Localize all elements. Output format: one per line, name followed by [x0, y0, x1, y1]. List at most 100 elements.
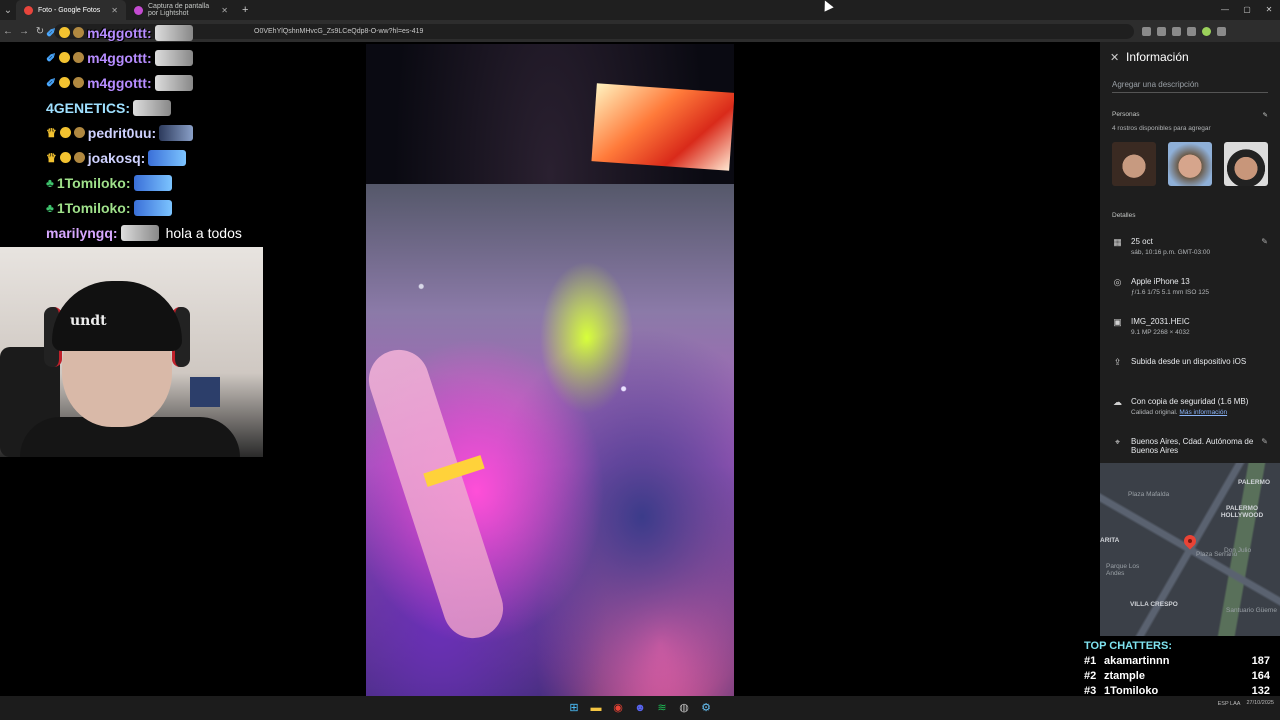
google-photos-favicon-icon	[24, 5, 33, 15]
browser-tab-strip: ⌄ Foto - Google Fotos ✕ Captura de panta…	[0, 0, 1280, 20]
moderator-badge-icon: ✐	[46, 75, 57, 90]
face-thumbnail[interactable]	[1168, 142, 1212, 186]
top-chatter-count: 187	[1251, 655, 1270, 667]
chrome-icon[interactable]: ◉	[610, 700, 626, 716]
clock-date[interactable]: 27/10/2025	[1246, 700, 1274, 707]
face-list	[1112, 142, 1280, 186]
info-header: ✕ Información	[1100, 42, 1280, 72]
extension-icon[interactable]	[1172, 26, 1181, 36]
leaf-badge-icon: ♣	[46, 200, 54, 215]
windows-start-icon[interactable]: ⊞	[566, 700, 582, 716]
chat-username: pedrit0uu:	[87, 124, 157, 141]
lightshot-favicon-icon	[134, 5, 143, 15]
tab-search-icon[interactable]: ⌄	[0, 5, 16, 16]
chat-username: joakosq:	[87, 149, 146, 166]
location-map[interactable]: Plaza Mafalda PALERMO PALERMO HOLLYWOOD …	[1100, 463, 1280, 636]
top-chatter-row: #2 ztample 164	[1084, 670, 1270, 682]
puzzle-icon[interactable]	[1187, 26, 1196, 36]
chat-message: ✐ m4ggottt:	[46, 70, 276, 95]
close-tab-icon[interactable]: ✕	[221, 6, 228, 15]
detail-secondary: 9.1 MP 2268 × 4032	[1131, 329, 1268, 336]
detail-row: ▣ IMG_2031.HEIC 9.1 MP 2268 × 4032	[1112, 317, 1268, 357]
map-label: Plaza Mafalda	[1128, 491, 1170, 498]
chat-emote-icon	[154, 49, 193, 66]
subscriber-badge-icon	[59, 127, 71, 138]
windows-taskbar: ⊞ ▬ ◉ ☻ ≋ ◍ ⚙ ESP LAA 27/10/2025	[0, 696, 1280, 720]
map-pin-dot	[1188, 539, 1192, 543]
top-chatter-rank: #2	[1084, 670, 1097, 682]
top-chatters-list: #1 akamartinnn 187 #2 ztample 164 #3 1Tomiloko 1…	[1084, 655, 1270, 697]
detail-primary: 25 oct	[1131, 237, 1153, 246]
chat-emote-icon	[120, 224, 159, 241]
bookmark-star-icon[interactable]	[1157, 26, 1166, 36]
new-tab-button[interactable]: +	[236, 4, 254, 16]
tab-title: Foto - Google Fotos	[38, 6, 101, 14]
details-list: ▦ 25 oct sáb, 10:16 p.m. GMT-03:00 ✎ ◎ Apple …	[1100, 237, 1280, 477]
profile-avatar[interactable]	[1202, 26, 1211, 36]
file-explorer-icon[interactable]: ▬	[588, 700, 604, 716]
tab-lightshot[interactable]: Captura de pantalla por Lightshot ✕	[126, 0, 236, 20]
image-icon: ▣	[1113, 317, 1122, 327]
detail-row: ◎ Apple iPhone 13 ƒ/1.6 1/75 5.1 mm ISO 12…	[1112, 277, 1268, 317]
top-chatter-rank: #1	[1084, 655, 1097, 667]
close-tab-icon[interactable]: ✕	[111, 6, 118, 15]
tab-google-photos[interactable]: Foto - Google Fotos ✕	[16, 0, 126, 20]
moderator-badge-icon: ✐	[46, 50, 57, 65]
obs-icon[interactable]: ◍	[676, 700, 692, 716]
chat-username: 4GENETICS:	[46, 99, 131, 116]
map-label: Parque Los Andes	[1106, 563, 1140, 577]
cast-icon[interactable]	[1142, 26, 1151, 36]
spotify-icon[interactable]: ≋	[654, 700, 670, 716]
detail-primary: Buenos Aires, Cdad. Autónoma de Buenos A…	[1131, 437, 1254, 455]
top-chatters-title: TOP CHATTERS:	[1084, 640, 1173, 652]
crown-badge-icon: ♛	[46, 150, 57, 165]
detail-secondary: ƒ/1.6 1/75 5.1 mm ISO 125	[1131, 289, 1268, 296]
people-heading: Personas	[1112, 111, 1140, 118]
map-label: PALERMO HOLLYWOOD	[1220, 505, 1264, 519]
more-info-link[interactable]: Más información	[1179, 409, 1227, 416]
top-chatter-name: akamartinnn	[1104, 655, 1170, 667]
map-label: PALERMO	[1238, 479, 1271, 486]
forward-icon[interactable]: →	[16, 26, 32, 37]
bits-badge-icon	[73, 127, 85, 138]
extension-icons	[1142, 26, 1226, 36]
detail-secondary-text: ƒ/1.6 1/75 5.1 mm ISO 125	[1131, 289, 1210, 296]
concert-photo[interactable]	[366, 44, 734, 696]
subscriber-badge-icon	[59, 77, 71, 88]
chat-username: m4ggottt:	[87, 49, 152, 66]
chat-message: ✐ m4ggottt:	[46, 20, 276, 45]
close-icon[interactable]: ✕	[1110, 51, 1126, 64]
edit-pencil-icon[interactable]: ✎	[1261, 437, 1268, 446]
menu-icon[interactable]	[1217, 26, 1226, 36]
discord-icon[interactable]: ☻	[632, 700, 648, 716]
minimize-button[interactable]: —	[1214, 0, 1236, 20]
steam-icon[interactable]: ⚙	[698, 700, 714, 716]
back-icon[interactable]: ←	[0, 26, 16, 37]
crown-badge-icon: ♛	[46, 125, 57, 140]
chat-emote-icon	[154, 74, 193, 91]
moderator-badge-icon: ✐	[46, 25, 57, 40]
detail-text: Buenos Aires, Cdad. Autónoma de Buenos A…	[1131, 437, 1253, 455]
details-heading: Detalles	[1112, 212, 1136, 219]
chat-message: ♛ pedrit0uu:	[46, 120, 276, 145]
maximize-button[interactable]: ▢	[1236, 0, 1258, 20]
face-thumbnail[interactable]	[1224, 142, 1268, 186]
detail-row: ▦ 25 oct sáb, 10:16 p.m. GMT-03:00 ✎	[1112, 237, 1268, 277]
beanie-logo-text: undt	[70, 313, 107, 329]
map-label: Plaza Serrano	[1196, 551, 1238, 558]
chat-username: 1Tomiloko:	[56, 199, 131, 216]
map-label: Santuario Güeme	[1226, 607, 1277, 614]
detail-secondary-text: Calidad original.	[1131, 409, 1180, 416]
face-thumbnail[interactable]	[1112, 142, 1156, 186]
window-controls: — ▢ ✕	[1214, 0, 1280, 20]
detail-text: Con copia de seguridad (1.6 MB) Calidad o…	[1131, 397, 1268, 416]
edit-pencil-icon[interactable]: ✎	[1263, 111, 1268, 119]
close-window-button[interactable]: ✕	[1258, 0, 1280, 20]
description-field[interactable]: Agregar una descripción	[1112, 80, 1268, 93]
screen: ⌄ Foto - Google Fotos ✕ Captura de panta…	[0, 0, 1280, 720]
detail-text: Apple iPhone 13 ƒ/1.6 1/75 5.1 mm ISO 125	[1131, 277, 1268, 296]
map-label: ARITA	[1100, 537, 1120, 544]
chat-emote-icon	[159, 124, 194, 141]
edit-pencil-icon[interactable]: ✎	[1261, 237, 1268, 246]
language-indicator[interactable]: ESP LAA	[1218, 701, 1241, 707]
